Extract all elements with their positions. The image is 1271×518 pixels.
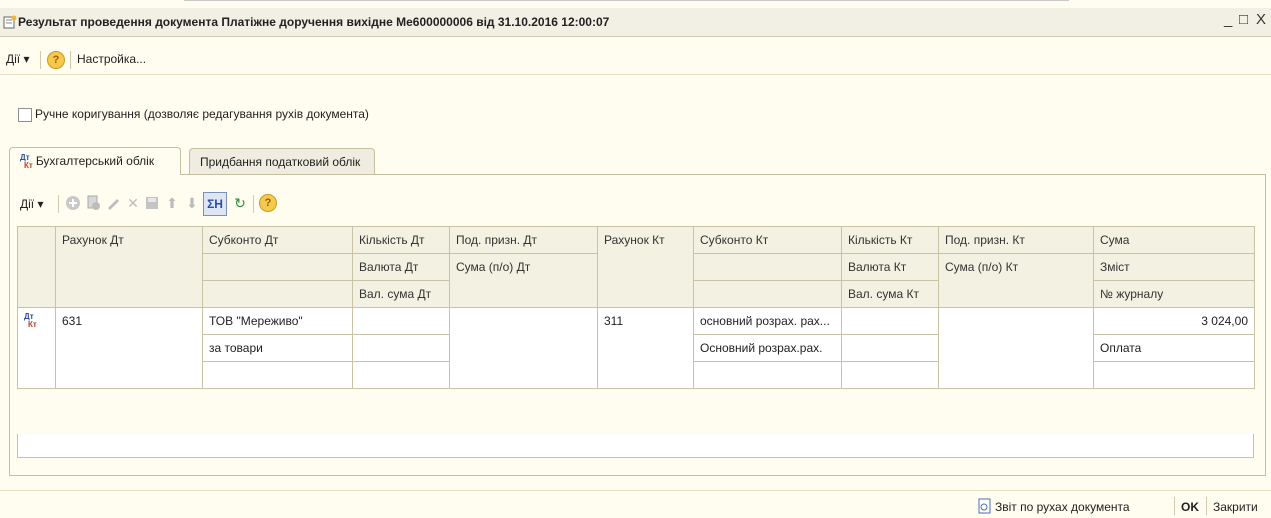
totals-icon[interactable]: ΣН [203,192,227,216]
cell-tax-dt[interactable] [449,307,598,389]
grid-help-button[interactable]: ? [259,194,277,212]
tab-tax-purchase-label: Придбання податковий облік [200,155,361,169]
dt-kt-icon: Дт Кт [24,312,37,329]
cell-cur-sum-kt[interactable] [841,361,939,389]
tab-tax-purchase[interactable]: Придбання податковий облік [189,148,375,175]
cell-subconto-kt-1[interactable]: основний розрах. рах... [693,307,842,335]
cell-content[interactable]: Оплата [1093,334,1255,362]
header-subconto-dt[interactable]: Субконто Дт [202,226,353,254]
menubar: Дії ▾ ? Настройка... [0,46,1271,75]
header-sum-po-kt[interactable]: Сума (п/о) Кт [938,253,1094,308]
header-subconto-kt-2 [693,253,842,281]
grid-actions-menu[interactable]: Дії ▾ [20,197,43,211]
tab-accounting-label: Бухгалтерський облік [35,154,155,168]
top-divider [184,0,1069,1]
tab-accounting[interactable]: Дт Кт Бухгалтерський облік [9,147,181,175]
document-icon [3,15,17,32]
ok-button[interactable]: OK [1181,500,1199,514]
header-subconto-kt-3 [693,280,842,308]
row-icon-cell: Дт Кт [17,307,56,389]
cell-subconto-kt-2[interactable]: Основний розрах.рах. [693,334,842,362]
refresh-icon[interactable]: ↻ [231,194,249,212]
header-sum[interactable]: Сума [1093,226,1255,254]
cell-currency-kt[interactable] [841,334,939,362]
delete-icon[interactable]: ✕ [124,194,142,212]
add-icon[interactable] [64,194,82,212]
header-quantity-dt[interactable]: Кількість Дт [352,226,450,254]
toolbar-separator [58,195,59,213]
cell-quantity-dt[interactable] [352,307,450,335]
toolbar-separator [253,195,254,213]
header-tax-dt[interactable]: Под. призн. Дт [449,226,598,254]
header-content[interactable]: Зміст [1093,253,1255,281]
cell-subconto-dt-1[interactable]: ТОВ "Мереживо" [202,307,353,335]
header-account-dt[interactable]: Рахунок Дт [55,226,203,308]
cell-cur-sum-dt[interactable] [352,361,450,389]
save-icon[interactable] [143,194,161,212]
menubar-separator [70,51,71,69]
actions-menu[interactable]: Дії ▾ [6,52,29,66]
movements-report-button[interactable]: Звіт по рухах документа [995,500,1130,514]
footer-separator [1206,497,1207,515]
footer-separator [1174,497,1175,515]
header-currency-kt[interactable]: Валюта Кт [841,253,939,281]
close-window-button[interactable]: X [1256,11,1266,28]
footer-bar: Звіт по рухах документа OK Закрити [0,490,1271,518]
help-button[interactable]: ? [47,51,65,69]
cell-subconto-kt-3[interactable] [693,361,842,389]
cell-subconto-dt-2[interactable]: за товари [202,334,353,362]
cell-account-kt[interactable]: 311 [597,307,694,389]
report-icon [978,498,992,517]
cell-currency-dt[interactable] [352,334,450,362]
grid-header-icon [17,226,56,308]
copy-icon[interactable] [84,194,102,212]
header-journal[interactable]: № журналу [1093,280,1255,308]
table-row[interactable]: Дт Кт 631 ТОВ "Мереживо" 311 основний роз… [17,307,1255,389]
header-currency-dt[interactable]: Валюта Дт [352,253,450,281]
cell-sum[interactable]: 3 024,00 [1093,307,1255,335]
menubar-separator [40,51,41,69]
cell-tax-kt[interactable] [938,307,1094,389]
header-cur-sum-kt[interactable]: Вал. сума Кт [841,280,939,308]
grid-empty-area[interactable] [17,434,1254,458]
movements-grid: Рахунок Дт Субконто Дт Кількість Дт Под.… [17,226,1255,389]
close-button[interactable]: Закрити [1213,500,1258,514]
cell-account-dt[interactable]: 631 [55,307,203,389]
maximize-button[interactable]: □ [1239,11,1248,28]
manual-edit-label: Ручне коригування (дозволяє редагування … [35,107,369,121]
header-subconto-dt-2 [202,253,353,281]
minimize-button[interactable]: _ [1224,11,1232,28]
header-account-kt[interactable]: Рахунок Кт [597,226,694,308]
settings-menu[interactable]: Настройка... [77,52,146,66]
manual-edit-checkbox[interactable] [18,108,32,122]
move-up-icon[interactable]: ⬆ [163,194,181,212]
move-down-icon[interactable]: ⬇ [183,194,201,212]
help-icon: ? [47,51,65,69]
header-sum-po-dt[interactable]: Сума (п/о) Дт [449,253,598,308]
window-title: Результат проведення документа Платіжне … [18,15,610,29]
cell-quantity-kt[interactable] [841,307,939,335]
cell-subconto-dt-3[interactable] [202,361,353,389]
header-tax-kt[interactable]: Под. призн. Кт [938,226,1094,254]
dt-kt-icon: Дт Кт [20,152,33,170]
header-quantity-kt[interactable]: Кількість Кт [841,226,939,254]
help-icon: ? [259,194,277,212]
cell-journal[interactable] [1093,361,1255,389]
header-cur-sum-dt[interactable]: Вал. сума Дт [352,280,450,308]
header-subconto-dt-3 [202,280,353,308]
header-subconto-kt[interactable]: Субконто Кт [693,226,842,254]
edit-icon[interactable] [104,194,122,212]
